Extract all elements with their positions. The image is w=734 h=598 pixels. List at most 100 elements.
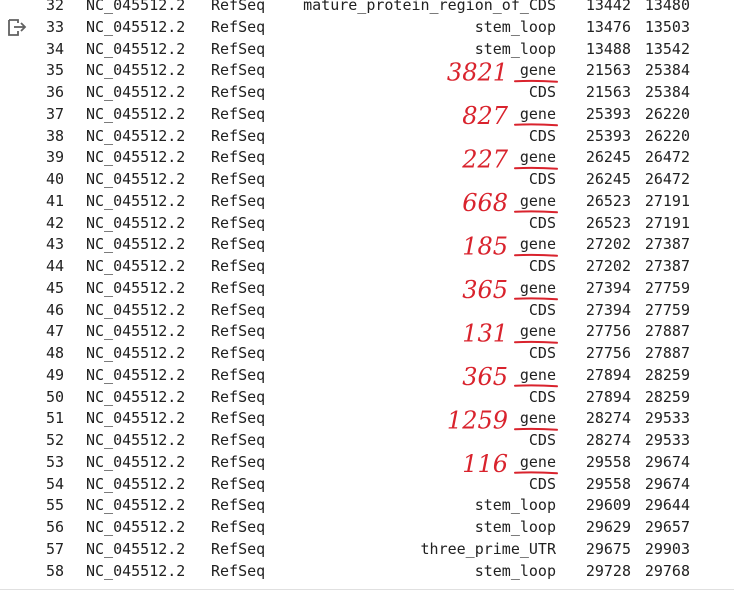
- source-cell: RefSeq: [211, 496, 266, 515]
- source-cell: RefSeq: [211, 257, 266, 275]
- seqid-cell: NC_045512.2: [86, 322, 186, 341]
- end-cell: 29533: [644, 409, 690, 428]
- row-index: 32: [46, 0, 65, 14]
- start-cell: 26245: [585, 170, 631, 188]
- end-cell: 29533: [644, 431, 690, 449]
- type-cell: CDS: [528, 431, 556, 449]
- start-cell: 21563: [585, 83, 631, 101]
- table-row: 39 NC_045512.2 RefSeq gene 26245 26472: [0, 147, 734, 169]
- row-index: 56: [46, 518, 65, 536]
- type-cell: stem_loop: [474, 17, 556, 36]
- table-row: 45 NC_045512.2 RefSeq gene 27394 27759: [0, 278, 734, 300]
- start-cell: 25393: [585, 126, 631, 145]
- end-cell: 27759: [644, 278, 690, 297]
- row-index: 38: [46, 126, 65, 145]
- seqid-cell: NC_045512.2: [86, 344, 186, 362]
- seqid-cell: NC_045512.2: [86, 387, 186, 406]
- row-index: 51: [46, 409, 65, 428]
- row-index: 35: [46, 61, 65, 80]
- source-cell: RefSeq: [211, 83, 266, 101]
- type-cell: CDS: [528, 300, 556, 319]
- output-redirect-icon[interactable]: [6, 17, 28, 39]
- start-cell: 29558: [585, 452, 631, 471]
- table-row: 33 NC_045512.2 RefSeq stem_loop 13476 13503: [0, 17, 734, 39]
- type-cell: three_prime_UTR: [420, 539, 556, 558]
- start-cell: 28274: [585, 431, 631, 449]
- source-cell: RefSeq: [211, 0, 266, 14]
- end-cell: 27887: [644, 322, 690, 341]
- row-index: 34: [46, 39, 65, 58]
- seqid-cell: NC_045512.2: [86, 300, 186, 319]
- source-cell: RefSeq: [211, 539, 266, 558]
- source-cell: RefSeq: [211, 387, 266, 406]
- source-cell: RefSeq: [211, 409, 266, 428]
- start-cell: 27756: [585, 322, 631, 341]
- table-row: 51 NC_045512.2 RefSeq gene 28274 29533: [0, 408, 734, 430]
- seqid-cell: NC_045512.2: [86, 39, 186, 58]
- seqid-cell: NC_045512.2: [86, 235, 186, 254]
- table-row: 55 NC_045512.2 RefSeq stem_loop 29609 29644: [0, 495, 734, 517]
- type-cell: mature_protein_region_of_CDS: [303, 0, 556, 14]
- seqid-cell: NC_045512.2: [86, 496, 186, 515]
- seqid-cell: NC_045512.2: [86, 452, 186, 471]
- type-cell: stem_loop: [474, 496, 556, 515]
- start-cell: 27202: [585, 257, 631, 275]
- end-cell: 27887: [644, 344, 690, 362]
- row-index: 33: [46, 17, 65, 36]
- row-index: 39: [46, 148, 65, 167]
- source-cell: RefSeq: [211, 126, 266, 145]
- type-cell: gene: [519, 322, 556, 341]
- table-row: 40 NC_045512.2 RefSeq CDS 26245 26472: [0, 169, 734, 191]
- type-cell: CDS: [528, 257, 556, 275]
- row-index: 36: [46, 83, 65, 101]
- table-row: 46 NC_045512.2 RefSeq CDS 27394 27759: [0, 300, 734, 322]
- start-cell: 28274: [585, 409, 631, 428]
- seqid-cell: NC_045512.2: [86, 213, 186, 232]
- source-cell: RefSeq: [211, 278, 266, 297]
- end-cell: 28259: [644, 365, 690, 384]
- start-cell: 27394: [585, 278, 631, 297]
- start-cell: 26245: [585, 148, 631, 167]
- end-cell: 26472: [644, 170, 690, 188]
- row-index: 45: [46, 278, 65, 297]
- start-cell: 13442: [585, 0, 631, 14]
- table-row: 37 NC_045512.2 RefSeq gene 25393 26220: [0, 104, 734, 126]
- end-cell: 29903: [644, 539, 690, 558]
- cell-output-area: 32 NC_045512.2 RefSeq mature_protein_region…: [0, 0, 734, 585]
- table-row: 58 NC_045512.2 RefSeq stem_loop 29728 29768: [0, 561, 734, 583]
- source-cell: RefSeq: [211, 365, 266, 384]
- seqid-cell: NC_045512.2: [86, 539, 186, 558]
- type-cell: CDS: [528, 213, 556, 232]
- end-cell: 13542: [644, 39, 690, 58]
- type-cell: gene: [519, 191, 556, 210]
- seqid-cell: NC_045512.2: [86, 83, 186, 101]
- source-cell: RefSeq: [211, 61, 266, 80]
- row-index: 44: [46, 257, 65, 275]
- row-index: 47: [46, 322, 65, 341]
- row-index: 46: [46, 300, 65, 319]
- type-cell: gene: [519, 452, 556, 471]
- start-cell: 26523: [585, 213, 631, 232]
- type-cell: gene: [519, 278, 556, 297]
- start-cell: 21563: [585, 61, 631, 80]
- row-index: 50: [46, 387, 65, 406]
- seqid-cell: NC_045512.2: [86, 257, 186, 275]
- type-cell: gene: [519, 61, 556, 80]
- source-cell: RefSeq: [211, 104, 266, 123]
- source-cell: RefSeq: [211, 300, 266, 319]
- row-index: 57: [46, 539, 65, 558]
- row-index: 42: [46, 213, 65, 232]
- output-bottom-divider: [0, 589, 734, 590]
- type-cell: CDS: [528, 387, 556, 406]
- source-cell: RefSeq: [211, 431, 266, 449]
- row-index: 52: [46, 431, 65, 449]
- end-cell: 26472: [644, 148, 690, 167]
- type-cell: stem_loop: [474, 39, 556, 58]
- end-cell: 26220: [644, 126, 690, 145]
- end-cell: 27387: [644, 257, 690, 275]
- type-cell: gene: [519, 148, 556, 167]
- type-cell: CDS: [528, 126, 556, 145]
- end-cell: 29674: [644, 474, 690, 493]
- source-cell: RefSeq: [211, 518, 266, 536]
- source-cell: RefSeq: [211, 148, 266, 167]
